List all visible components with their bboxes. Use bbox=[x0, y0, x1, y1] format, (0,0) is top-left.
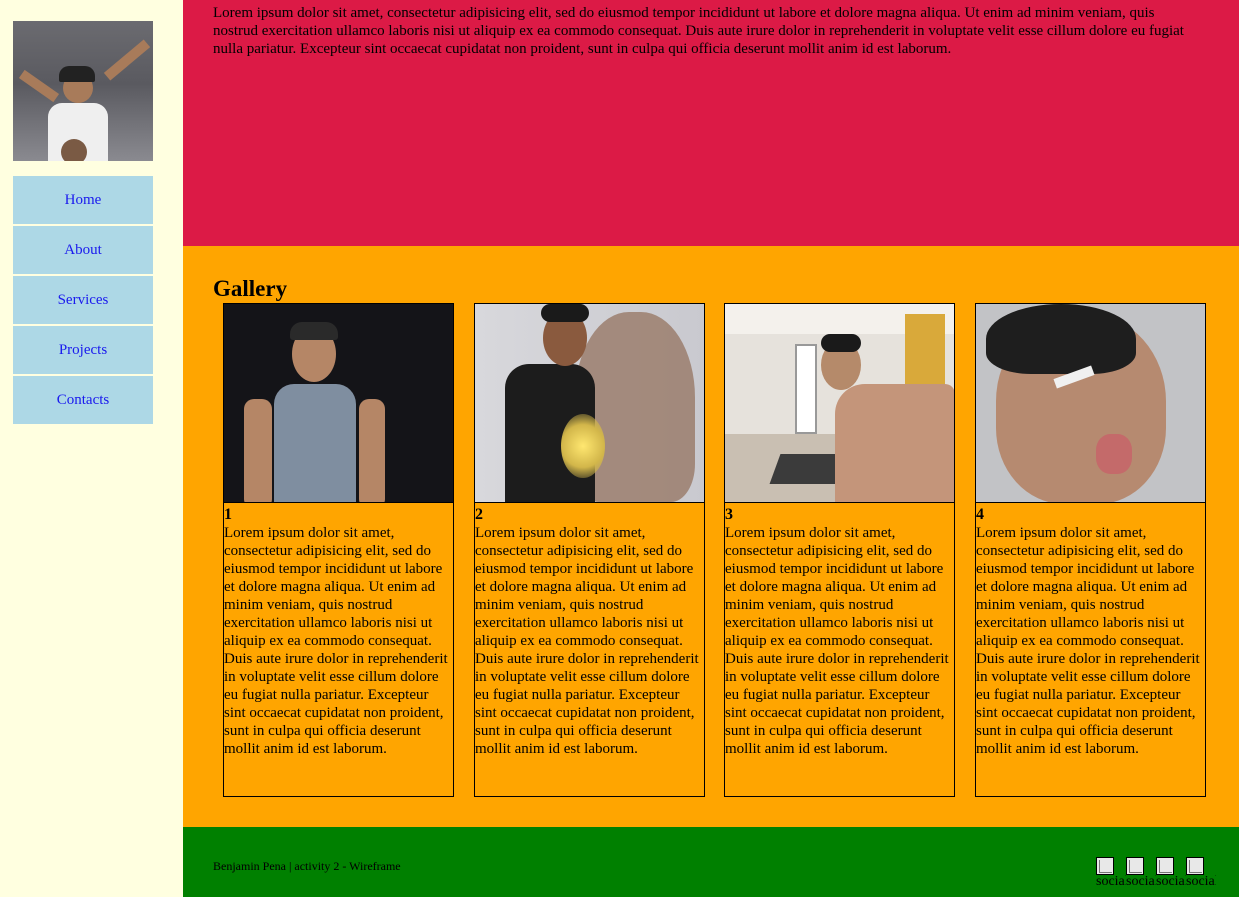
gallery-photo bbox=[725, 304, 954, 503]
gallery-photo bbox=[976, 304, 1205, 503]
profile-photo bbox=[13, 21, 153, 161]
header-paragraph: Lorem ipsum dolor sit amet, consectetur … bbox=[213, 5, 1184, 57]
broken-image-icon bbox=[1096, 857, 1114, 875]
nav-about-link[interactable]: About bbox=[13, 226, 153, 274]
card-number: 3 bbox=[725, 506, 733, 523]
card-number: 2 bbox=[475, 506, 483, 523]
nav-contacts-link[interactable]: Contacts bbox=[13, 376, 153, 424]
card-description: Lorem ipsum dolor sit amet, consectetur … bbox=[725, 525, 949, 757]
gallery-card: 2 Lorem ipsum dolor sit amet, consectetu… bbox=[474, 303, 705, 797]
social-link-1[interactable]: social- bbox=[1096, 857, 1126, 897]
card-number: 1 bbox=[224, 506, 232, 523]
card-description: Lorem ipsum dolor sit amet, consectetur … bbox=[224, 525, 448, 757]
social-link-3[interactable]: social- bbox=[1156, 857, 1186, 897]
nav-projects-link[interactable]: Projects bbox=[13, 326, 153, 374]
card-number: 4 bbox=[976, 506, 984, 523]
social-link-2[interactable]: social- bbox=[1126, 857, 1156, 897]
card-description: Lorem ipsum dolor sit amet, consectetur … bbox=[475, 525, 699, 757]
nav-services-link[interactable]: Services bbox=[13, 276, 153, 324]
social-alt-text: social- bbox=[1126, 874, 1156, 889]
card-description: Lorem ipsum dolor sit amet, consectetur … bbox=[976, 525, 1200, 757]
footer: Benjamin Pena | activity 2 - Wireframe s… bbox=[183, 827, 1239, 897]
gallery-photo bbox=[475, 304, 704, 503]
gallery-photo bbox=[224, 304, 453, 503]
sidebar: Home About Services Projects Contacts bbox=[0, 0, 183, 897]
gallery-section: Gallery 1 Lorem ipsum dolor sit amet, co… bbox=[183, 246, 1239, 827]
main-nav: Home About Services Projects Contacts bbox=[13, 176, 153, 426]
header-section: Lorem ipsum dolor sit amet, consectetur … bbox=[183, 0, 1239, 246]
gallery-card: 1 Lorem ipsum dolor sit amet, consectetu… bbox=[223, 303, 454, 797]
broken-image-icon bbox=[1156, 857, 1174, 875]
gallery-title: Gallery bbox=[213, 276, 288, 301]
footer-credit: Benjamin Pena | activity 2 - Wireframe bbox=[213, 859, 401, 873]
nav-home-link[interactable]: Home bbox=[13, 176, 153, 224]
social-alt-text: social- bbox=[1156, 874, 1186, 889]
social-link-4[interactable]: social- bbox=[1186, 857, 1216, 897]
gallery-card: 3 Lorem ipsum dolor sit amet, consectetu… bbox=[724, 303, 955, 797]
broken-image-icon bbox=[1186, 857, 1204, 875]
gallery-card: 4 Lorem ipsum dolor sit amet, consectetu… bbox=[975, 303, 1206, 797]
broken-image-icon bbox=[1126, 857, 1144, 875]
social-alt-text: social- bbox=[1186, 874, 1216, 889]
social-alt-text: social- bbox=[1096, 874, 1126, 889]
